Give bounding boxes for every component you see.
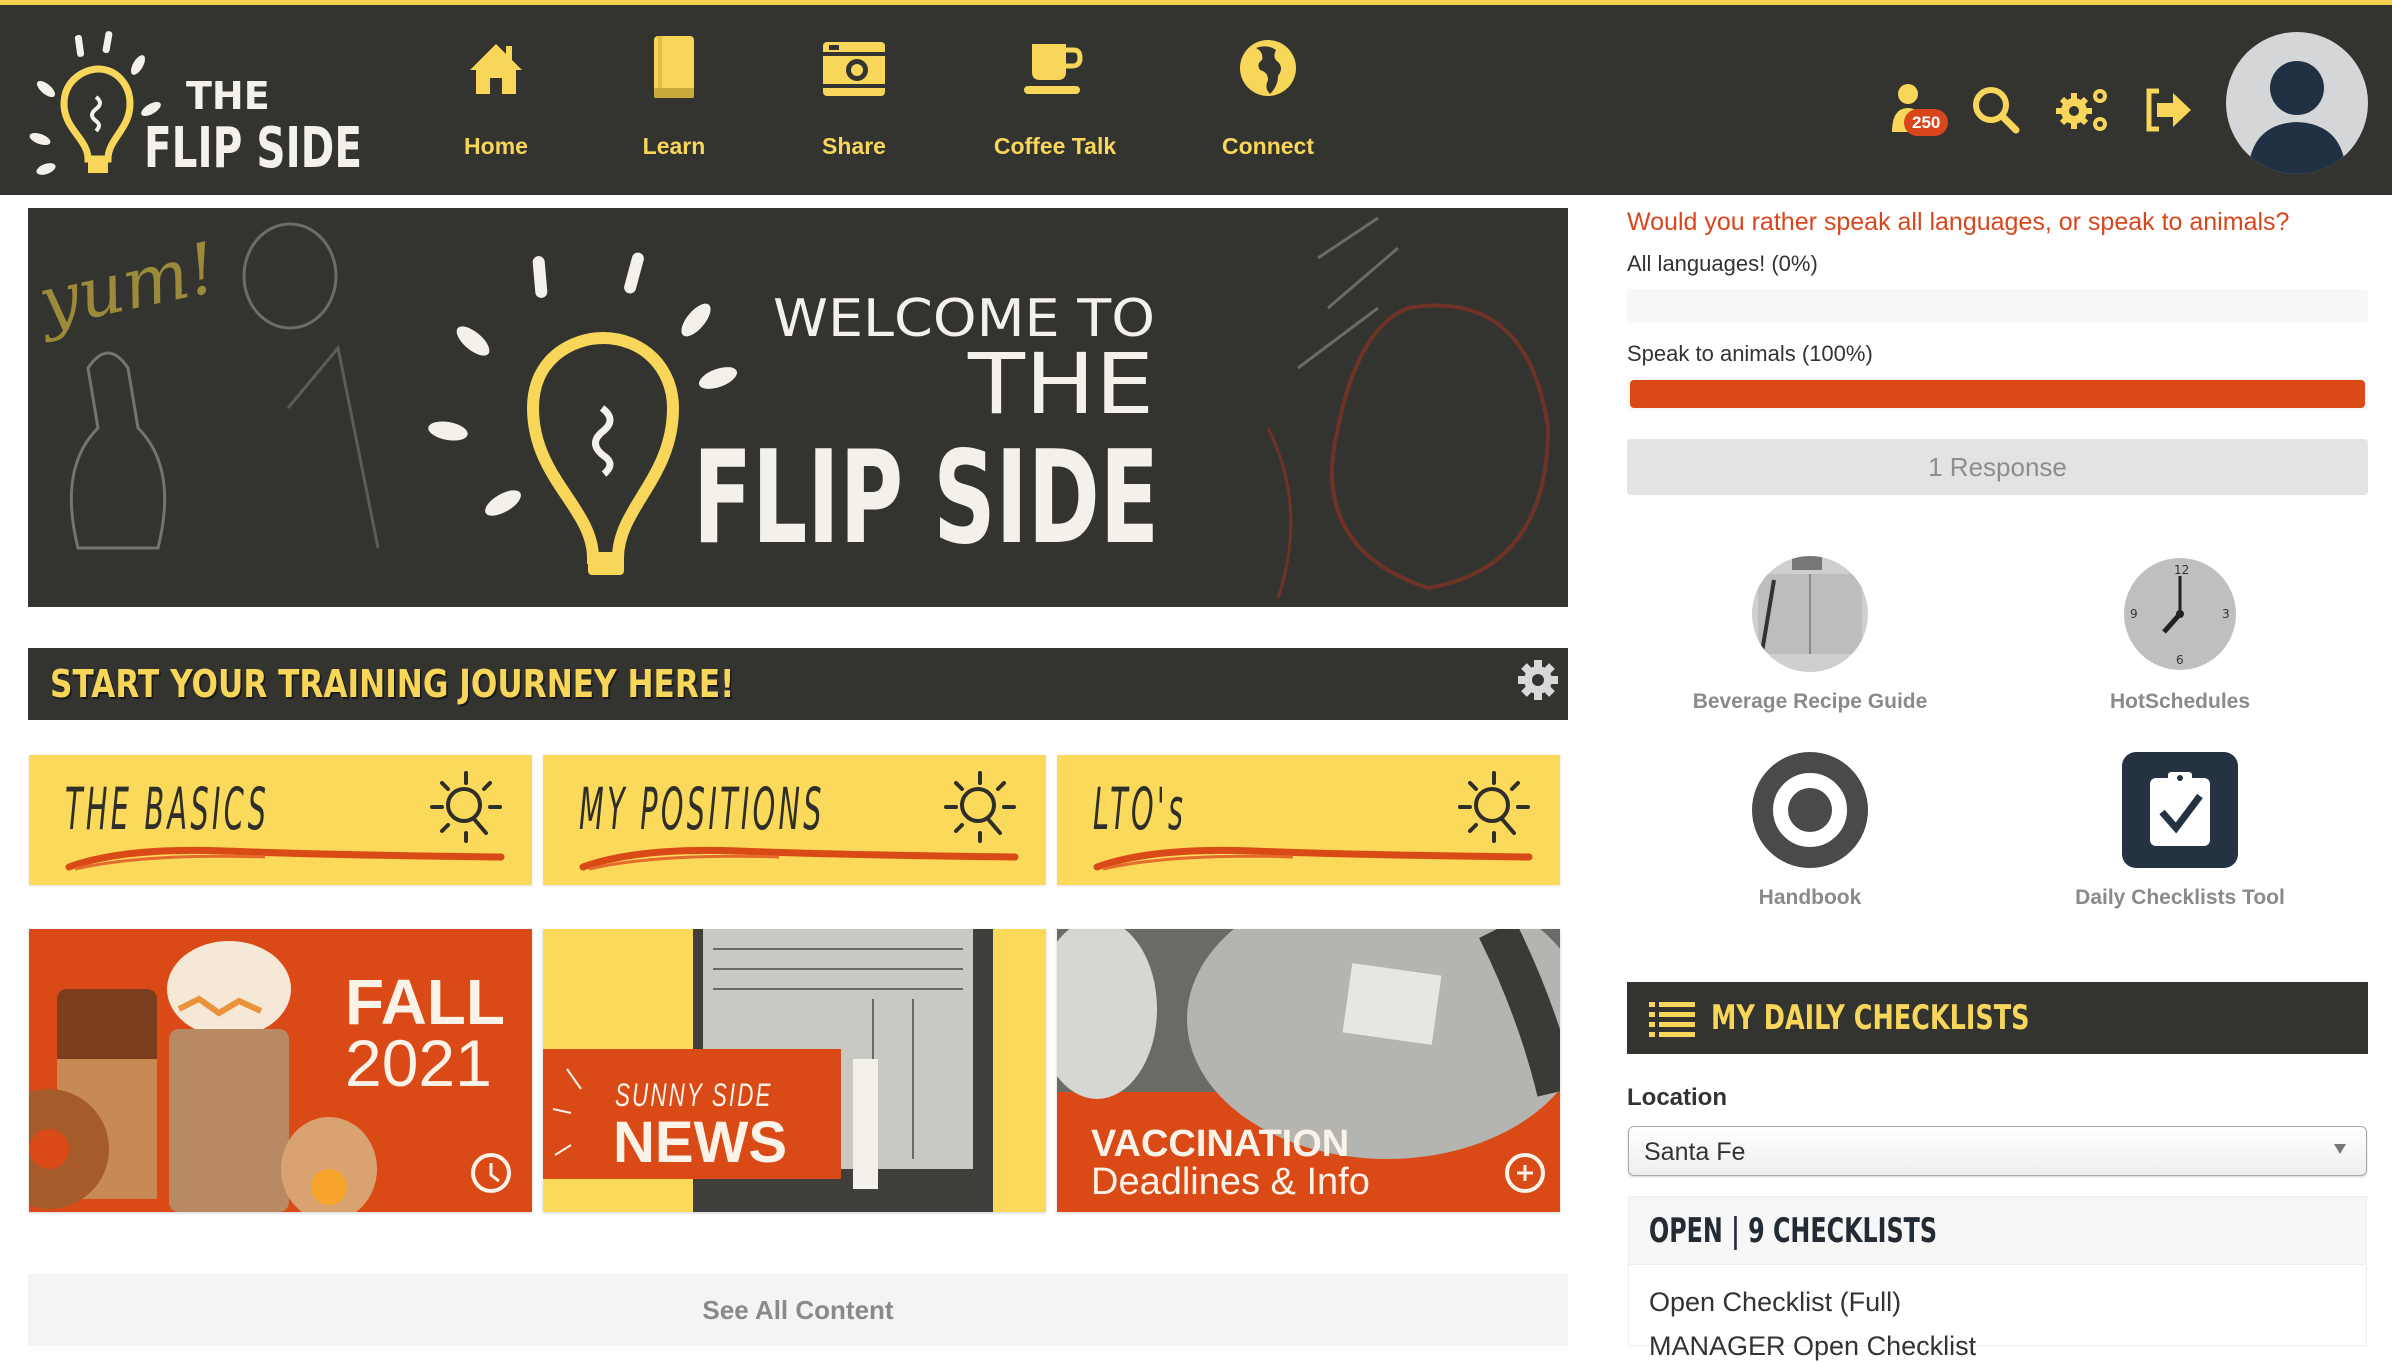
user-notification-button[interactable]: 250 — [1882, 75, 1949, 145]
quick-link-label: Daily Checklists Tool — [2075, 886, 2285, 909]
avatar[interactable] — [2226, 32, 2368, 174]
logout-icon — [2146, 88, 2191, 132]
gear-icon — [1518, 660, 1558, 700]
logout-button[interactable] — [2140, 75, 2200, 145]
svg-text:THE: THE — [967, 335, 1154, 433]
svg-text:12: 12 — [2174, 563, 2189, 577]
recipe-book-image — [1752, 556, 1868, 672]
list-icon — [1649, 1002, 1695, 1037]
hero-illustration: yum! WELCOME TO THE FLIP SIDE — [29, 216, 1551, 599]
tile-label: LTO's — [1093, 775, 1187, 843]
poll-responses-button[interactable]: 1 Response — [1627, 439, 2368, 495]
daily-checklists-header: MY DAILY CHECKLISTS — [1627, 982, 2368, 1054]
location-selected-value: Santa Fe — [1644, 1138, 1746, 1166]
tile-my-positions[interactable]: MY POSITIONS — [543, 755, 1046, 885]
camera-icon — [819, 33, 889, 103]
open-checklists-panel: OPEN | 9 CHECKLISTS Open Checklist (Full… — [1628, 1196, 2367, 1361]
flip-side-logo[interactable]: THE FLIP SIDE — [26, 29, 366, 181]
nav-home-label: Home — [464, 133, 528, 159]
settings-button[interactable] — [2054, 75, 2114, 145]
clock-icon — [489, 1163, 500, 1183]
checklist-item[interactable]: MANAGER Open Checklist — [1649, 1331, 1976, 1362]
settings-gears-icon — [2056, 89, 2107, 131]
notification-count-badge: 250 — [1904, 109, 1949, 136]
nav-learn-label: Learn — [642, 133, 706, 159]
home-icon — [461, 33, 531, 103]
default-user-icon — [2248, 61, 2346, 174]
quick-link-label: Beverage Recipe Guide — [1692, 690, 1928, 713]
sun-magnifier-icon — [944, 771, 1016, 843]
tile-label: MY POSITIONS — [579, 775, 825, 843]
svg-text:9: 9 — [2130, 607, 2138, 621]
poll-option-bar[interactable] — [1627, 377, 2368, 411]
card-title: NEWS — [613, 1110, 787, 1175]
medical-plus-icon — [1517, 1165, 1533, 1181]
lightbulb-logo-icon: THE FLIP SIDE — [29, 31, 362, 181]
nav-connect-label: Connect — [1222, 133, 1314, 159]
svg-text:FLIP SIDE: FLIP SIDE — [144, 116, 362, 179]
quick-link-beverage-recipe-guide[interactable]: Beverage Recipe Guide — [1630, 556, 1990, 746]
quick-link-daily-checklists-tool[interactable]: Daily Checklists Tool — [2000, 752, 2360, 942]
welcome-hero-banner[interactable]: yum! WELCOME TO THE FLIP SIDE — [28, 208, 1568, 607]
clipboard-check-icon — [2122, 752, 2238, 868]
book-icon — [639, 33, 709, 103]
nav-share[interactable]: Share — [818, 33, 890, 173]
globe-icon — [1233, 33, 1303, 103]
section-settings-button[interactable] — [1516, 658, 1560, 702]
nav-share-label: Share — [822, 133, 886, 159]
card-subtitle: 2021 — [345, 1026, 492, 1100]
open-checklists-header[interactable]: OPEN | 9 CHECKLISTS — [1629, 1197, 2366, 1265]
svg-text:3: 3 — [2222, 607, 2230, 621]
svg-text:yum!: yum! — [29, 227, 224, 345]
nav-home[interactable]: Home — [460, 33, 532, 173]
checklist-item[interactable]: Open Checklist (Full) — [1649, 1287, 1901, 1318]
poll-bar-fill — [1630, 380, 2365, 408]
coffee-cup-icon — [1020, 33, 1090, 103]
card-subtitle: Deadlines & Info — [1091, 1161, 1370, 1203]
poll-option-label: All languages! (0%) — [1627, 251, 1818, 276]
nav-connect[interactable]: Connect — [1220, 33, 1316, 173]
daily-checklists-title: MY DAILY CHECKLISTS — [1711, 998, 2030, 1038]
brush-underline — [579, 846, 1019, 871]
nav-learn[interactable]: Learn — [638, 33, 710, 173]
nav-coffee-talk[interactable]: Coffee Talk — [990, 33, 1120, 173]
poll-option-bar[interactable] — [1627, 289, 2368, 323]
top-navigation-bar: THE FLIP SIDE Home Learn Share Coffee Ta… — [0, 5, 2392, 195]
nav-coffee-talk-label: Coffee Talk — [993, 133, 1117, 159]
training-section-title: START YOUR TRAINING JOURNEY HERE! — [50, 662, 735, 706]
quick-link-label: HotSchedules — [2109, 690, 2251, 713]
location-select[interactable]: Santa Fe — [1628, 1126, 2367, 1176]
tile-the-basics[interactable]: THE BASICS — [29, 755, 532, 885]
tile-ltos[interactable]: LTO's — [1057, 755, 1560, 885]
open-checklists-count: OPEN | 9 CHECKLISTS — [1649, 1211, 1938, 1251]
location-label: Location — [1627, 1084, 1727, 1111]
quick-link-handbook[interactable]: Handbook — [1630, 752, 1990, 942]
search-icon — [1973, 87, 2020, 134]
brush-underline — [1093, 846, 1533, 871]
clock-image: 12 3 6 9 — [2122, 556, 2238, 672]
card-fall-2021[interactable]: FALL 2021 — [29, 929, 532, 1212]
poll-option-label: Speak to animals (100%) — [1627, 341, 1873, 366]
card-title: VACCINATION — [1091, 1123, 1350, 1165]
card-sunny-side-news[interactable]: SUNNY SIDE NEWS — [543, 929, 1046, 1212]
sun-magnifier-icon — [1458, 771, 1530, 843]
poll-widget: Would you rather speak all languages, or… — [1627, 208, 2368, 411]
quick-link-hotschedules[interactable]: 12 3 6 9 HotSchedules — [2000, 556, 2360, 746]
training-section-header: START YOUR TRAINING JOURNEY HERE! — [28, 648, 1568, 720]
svg-text:FLIP SIDE: FLIP SIDE — [693, 424, 1159, 573]
sun-magnifier-icon — [430, 771, 502, 843]
target-icon — [1752, 752, 1868, 868]
search-button[interactable] — [1966, 75, 2026, 145]
see-all-content-button[interactable]: See All Content — [28, 1274, 1568, 1346]
brush-underline — [65, 846, 505, 871]
svg-text:6: 6 — [2176, 653, 2184, 667]
svg-text:THE: THE — [186, 74, 270, 118]
quick-link-label: Handbook — [1758, 886, 1862, 909]
tile-label: THE BASICS — [65, 775, 270, 843]
poll-question: Would you rather speak all languages, or… — [1627, 208, 2290, 236]
chevron-down-icon — [2334, 1144, 2346, 1154]
card-vaccination[interactable]: VACCINATION Deadlines & Info — [1057, 929, 1560, 1212]
